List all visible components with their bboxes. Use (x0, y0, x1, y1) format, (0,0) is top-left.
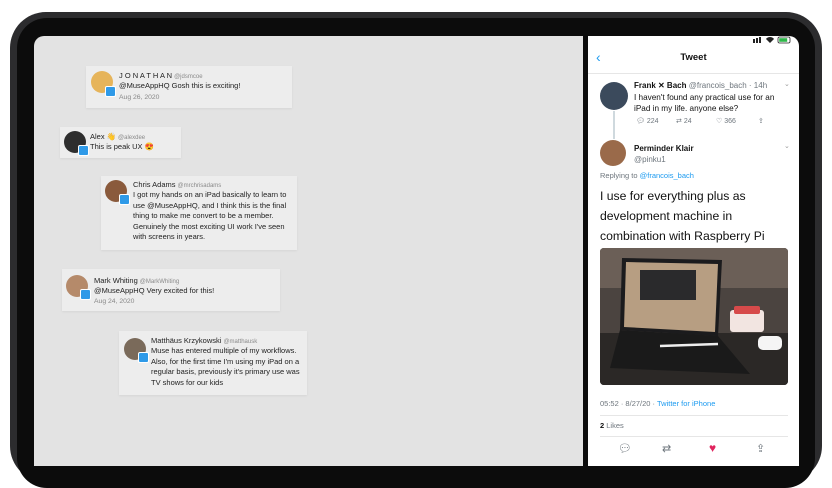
source-link[interactable]: Twitter for iPhone (657, 399, 715, 408)
tweet-text: I use for everything plus as development… (600, 189, 765, 243)
like-button[interactable]: ♡ 366 (716, 117, 736, 125)
card-date: Aug 26, 2020 (119, 94, 160, 101)
avatar[interactable] (600, 82, 628, 110)
share-icon[interactable]: ⇪ (758, 117, 764, 125)
page-title: Tweet (680, 52, 707, 63)
tweet-card[interactable]: J O N A T H A N @jdsmcoe @MuseAppHQ Gosh … (86, 66, 292, 108)
twitter-badge-icon (138, 352, 149, 363)
ipad-photo (600, 248, 788, 385)
card-text: This is peak UX 😍 (90, 142, 154, 151)
divider (600, 436, 788, 437)
card-text: @MuseAppHQ Gosh this is exciting! (119, 81, 241, 90)
tweet-card[interactable]: Matthäus Krzykowski @matthausk Muse has e… (119, 331, 307, 395)
twitter-badge-icon (105, 86, 116, 97)
tweet-photo[interactable] (600, 248, 788, 385)
card-author: Chris Adams @mrchrisadams (133, 180, 222, 189)
share-icon[interactable]: ⇪ (756, 442, 765, 455)
reply-author-name[interactable]: Perminder Klair (634, 144, 694, 153)
tweet-card[interactable]: Alex 👋 @alexdee This is peak UX 😍 (60, 127, 181, 158)
avatar[interactable] (600, 140, 626, 166)
heart-icon[interactable]: ♥ (709, 441, 716, 455)
card-text: @MuseAppHQ Very excited for this! (94, 286, 215, 295)
status-bar (753, 36, 793, 45)
thread-line (613, 111, 615, 139)
tweet-card[interactable]: Mark Whiting @MarkWhiting @MuseAppHQ Very… (62, 269, 280, 311)
card-author: Matthäus Krzykowski @matthausk (151, 336, 258, 345)
status-icons (753, 36, 791, 44)
card-text: Muse has entered multiple of my workflow… (151, 346, 300, 387)
replying-to[interactable]: Replying to @francois_bach (600, 171, 694, 180)
card-author: Mark Whiting @MarkWhiting (94, 276, 180, 285)
tweet-card[interactable]: Chris Adams @mrchrisadams I got my hands … (101, 176, 297, 250)
card-text: I got my hands on an iPad basically to l… (133, 190, 287, 241)
card-date: Aug 24, 2020 (94, 298, 135, 305)
retweet-icon[interactable]: ⇄ (662, 442, 671, 455)
tweet-meta: 05:52 · 8/27/20 · Twitter for iPhone (600, 399, 716, 408)
twitter-badge-icon (78, 145, 89, 156)
retweet-button[interactable]: ⇄ 24 (676, 117, 692, 125)
likes-count[interactable]: 2 Likes (600, 421, 624, 430)
reply-button[interactable]: 💬︎ 224 (636, 117, 659, 125)
reply-author-handle[interactable]: @pinku1 (634, 155, 666, 164)
tweet-author[interactable]: Frank ✕ Bach @francois_bach · 14h (634, 81, 767, 90)
reply-icon[interactable]: 💬︎ (618, 442, 632, 455)
card-author: J O N A T H A N @jdsmcoe (119, 71, 203, 80)
chevron-down-icon[interactable]: ⌄ (784, 142, 790, 150)
card-author: Alex 👋 @alexdee (90, 132, 146, 141)
twitter-badge-icon (119, 194, 130, 205)
ipad-screen: J O N A T H A N @jdsmcoe @MuseAppHQ Gosh … (34, 36, 799, 466)
muse-canvas[interactable]: J O N A T H A N @jdsmcoe @MuseAppHQ Gosh … (34, 36, 583, 466)
divider (600, 415, 788, 416)
tweet-text: I haven't found any practical use for an… (634, 93, 775, 113)
twitter-panel: ‹ Tweet Frank ✕ Bach @francois_bach · 14… (588, 36, 799, 466)
chevron-down-icon[interactable]: ⌄ (784, 80, 790, 88)
divider (588, 73, 799, 74)
twitter-badge-icon (80, 289, 91, 300)
